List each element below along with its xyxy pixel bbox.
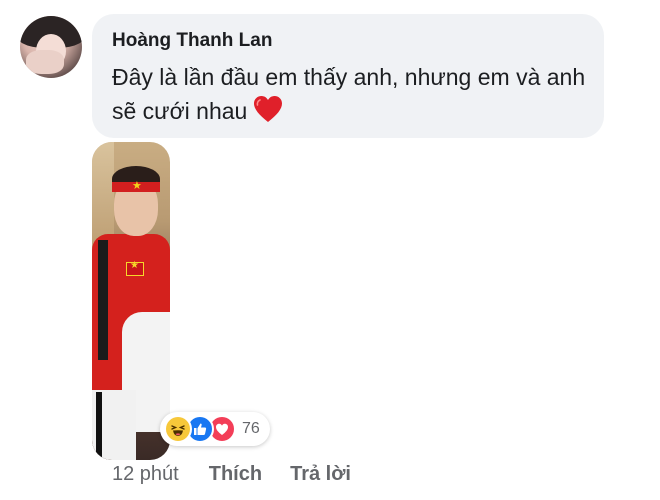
haha-icon	[164, 415, 192, 443]
reaction-summary[interactable]: 76	[160, 412, 270, 446]
photo-bag-strap	[98, 240, 108, 360]
heart-emoji-icon	[253, 95, 283, 132]
photo-shirt-flag: ★	[126, 260, 144, 276]
comment-author[interactable]: Hoàng Thanh Lan	[112, 30, 272, 52]
comment-thread: Hoàng Thanh Lan Đây là lần đầu em thấy a…	[0, 0, 660, 500]
like-button[interactable]: Thích	[209, 463, 262, 486]
avatar[interactable]	[20, 16, 82, 78]
comment-actions: 12 phút Thích Trả lời	[112, 463, 379, 486]
comment-timestamp[interactable]: 12 phút	[112, 463, 179, 486]
comment-text: Đây là lần đầu em thấy anh, nhưng em và …	[112, 64, 586, 124]
comment-photo[interactable]: ★ ★	[92, 142, 170, 460]
photo-shorts-stripe	[96, 392, 102, 460]
avatar-hand	[26, 50, 64, 74]
comment-body: Đây là lần đầu em thấy anh, nhưng em và …	[112, 60, 592, 132]
comment-bubble: Hoàng Thanh Lan Đây là lần đầu em thấy a…	[92, 14, 604, 138]
reaction-count: 76	[242, 420, 260, 437]
reply-button[interactable]: Trả lời	[290, 463, 351, 486]
photo-headband: ★	[112, 180, 160, 192]
